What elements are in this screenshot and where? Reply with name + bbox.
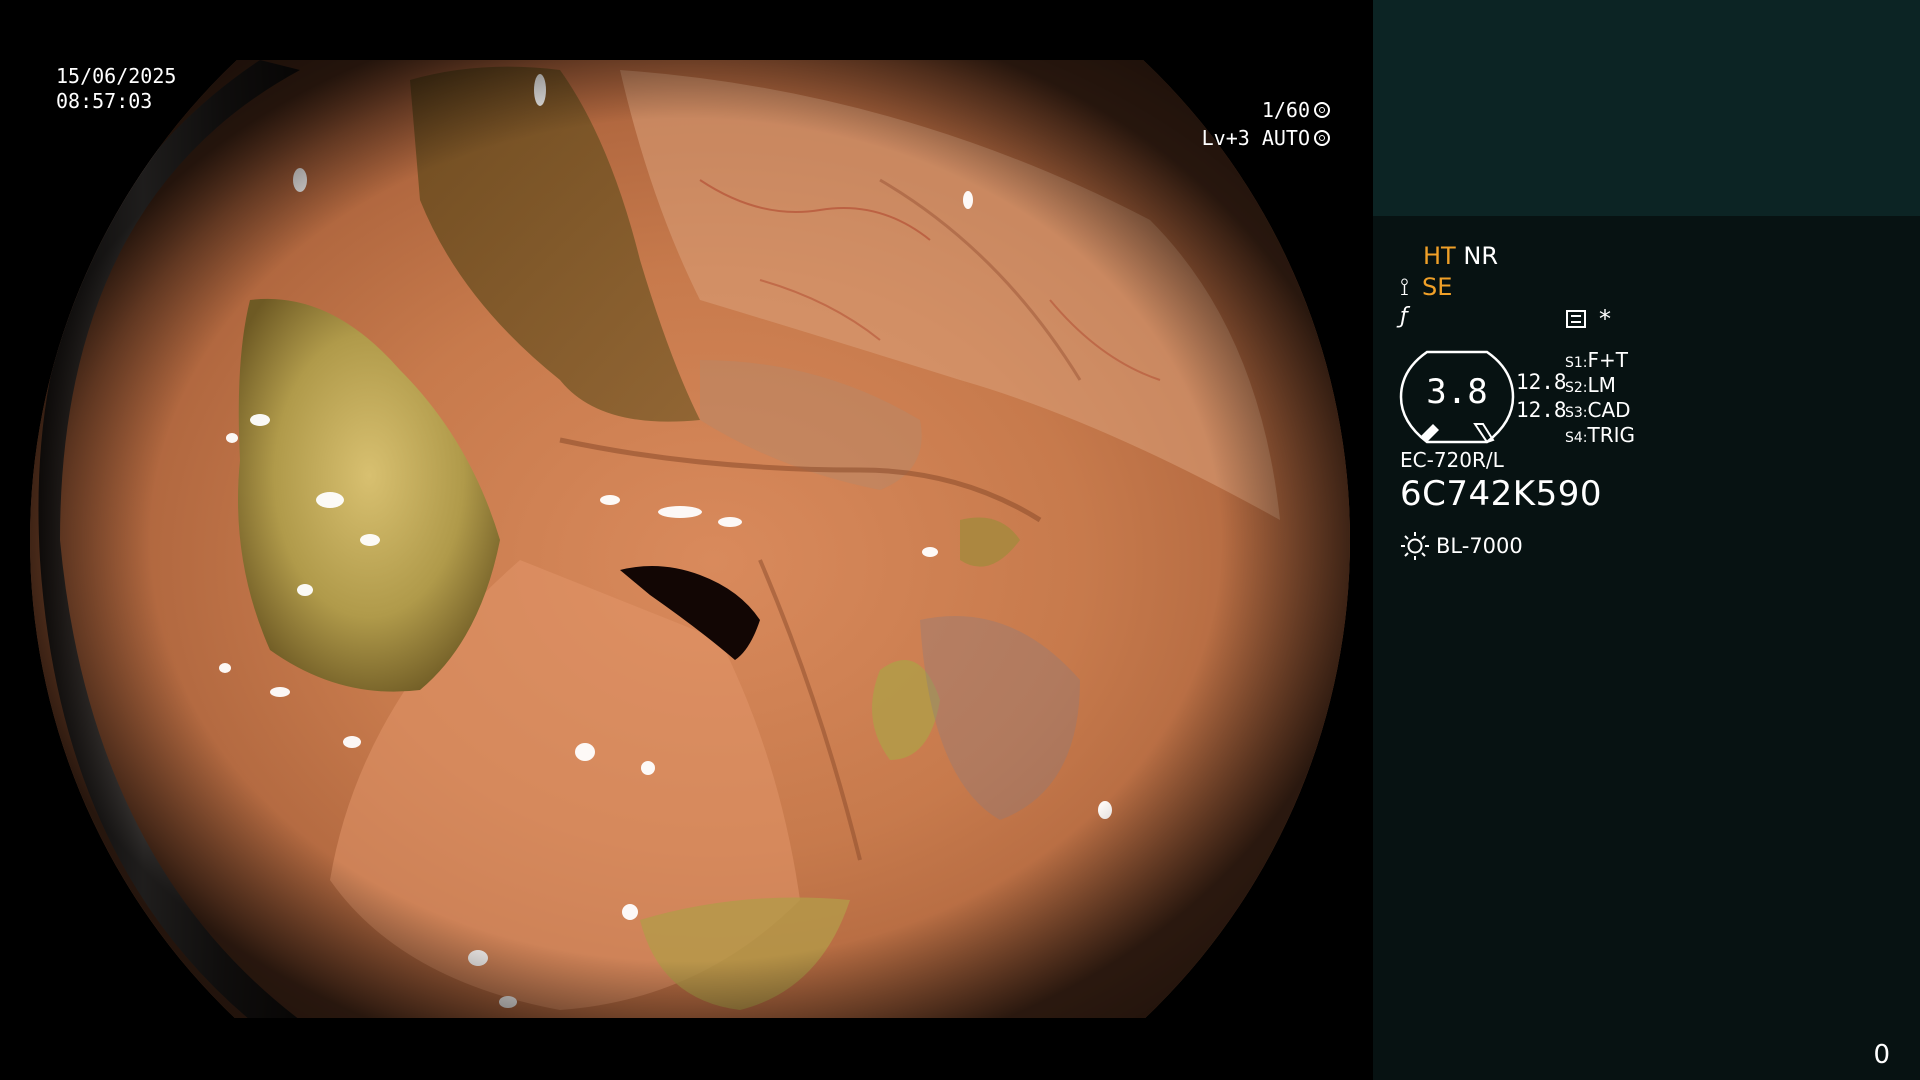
- shutter-text: 1/60: [1261, 98, 1310, 122]
- endoscopic-view: 15/06/2025 08:57:03 1/60 Lv+3 AUTO: [0, 0, 1372, 1080]
- switch-label: CAD: [1587, 398, 1631, 422]
- level-text: Lv+3 AUTO: [1201, 126, 1310, 150]
- shutter-readout: 1/60: [1262, 98, 1330, 122]
- level-readout: Lv+3 AUTO: [1202, 126, 1330, 150]
- light-source-indicator: BL-7000: [1400, 531, 1523, 561]
- asterisk-indicator: *: [1599, 305, 1611, 333]
- date-text: 15/06/2025: [56, 64, 177, 88]
- switch-1: S1:F+T: [1565, 348, 1628, 372]
- menu-icon: [1566, 310, 1586, 328]
- panel-header-area: [1373, 0, 1920, 216]
- date-time-readout: 15/06/2025 08:57:03: [56, 64, 176, 114]
- nr-label: NR: [1463, 242, 1498, 270]
- switch-2: S2:LM: [1565, 373, 1616, 397]
- ht-nr-indicator: HT NR: [1423, 242, 1498, 270]
- switch-3: S3:CAD: [1565, 398, 1631, 422]
- time-text: 08:57:03: [56, 89, 153, 113]
- freeze-icon: ƒ: [1400, 304, 1408, 329]
- switch-key: S1:: [1565, 355, 1588, 371]
- switch-label: LM: [1587, 373, 1616, 397]
- light-source-icon: [1401, 532, 1429, 560]
- status-panel: HT NR ⟟ SE ƒ * 3.8 12.8 12.8 S1:F+T S2:LM…: [1373, 0, 1920, 1080]
- value-top: 12.8: [1516, 370, 1567, 394]
- zoom-value: 3.8: [1426, 372, 1488, 412]
- se-label: SE: [1422, 273, 1453, 301]
- structure-enhancement-indicator: ⟟ SE: [1400, 273, 1452, 301]
- structure-enhancement-icon: ⟟: [1400, 273, 1409, 301]
- ht-label: HT: [1423, 242, 1456, 270]
- value-bottom: 12.8: [1516, 398, 1567, 422]
- switch-label: F+T: [1587, 348, 1628, 372]
- auto-iris-icon: [1314, 130, 1330, 146]
- switch-4: S4:TRIG: [1565, 423, 1635, 447]
- aperture-icon: [1314, 102, 1330, 118]
- switch-label: TRIG: [1587, 423, 1636, 447]
- scope-model: EC-720R/L: [1400, 448, 1504, 472]
- endoscopy-monitor: 15/06/2025 08:57:03 1/60 Lv+3 AUTO HT NR…: [0, 0, 1920, 1080]
- image-counter: 0: [1873, 1040, 1890, 1070]
- scope-serial-number: 6C742K590: [1400, 474, 1602, 514]
- light-source-label: BL-7000: [1436, 534, 1523, 558]
- switch-key: S2:: [1565, 380, 1588, 396]
- switch-key: S3:: [1565, 405, 1588, 421]
- endoscopic-image: [30, 60, 1350, 1018]
- switch-key: S4:: [1565, 430, 1588, 446]
